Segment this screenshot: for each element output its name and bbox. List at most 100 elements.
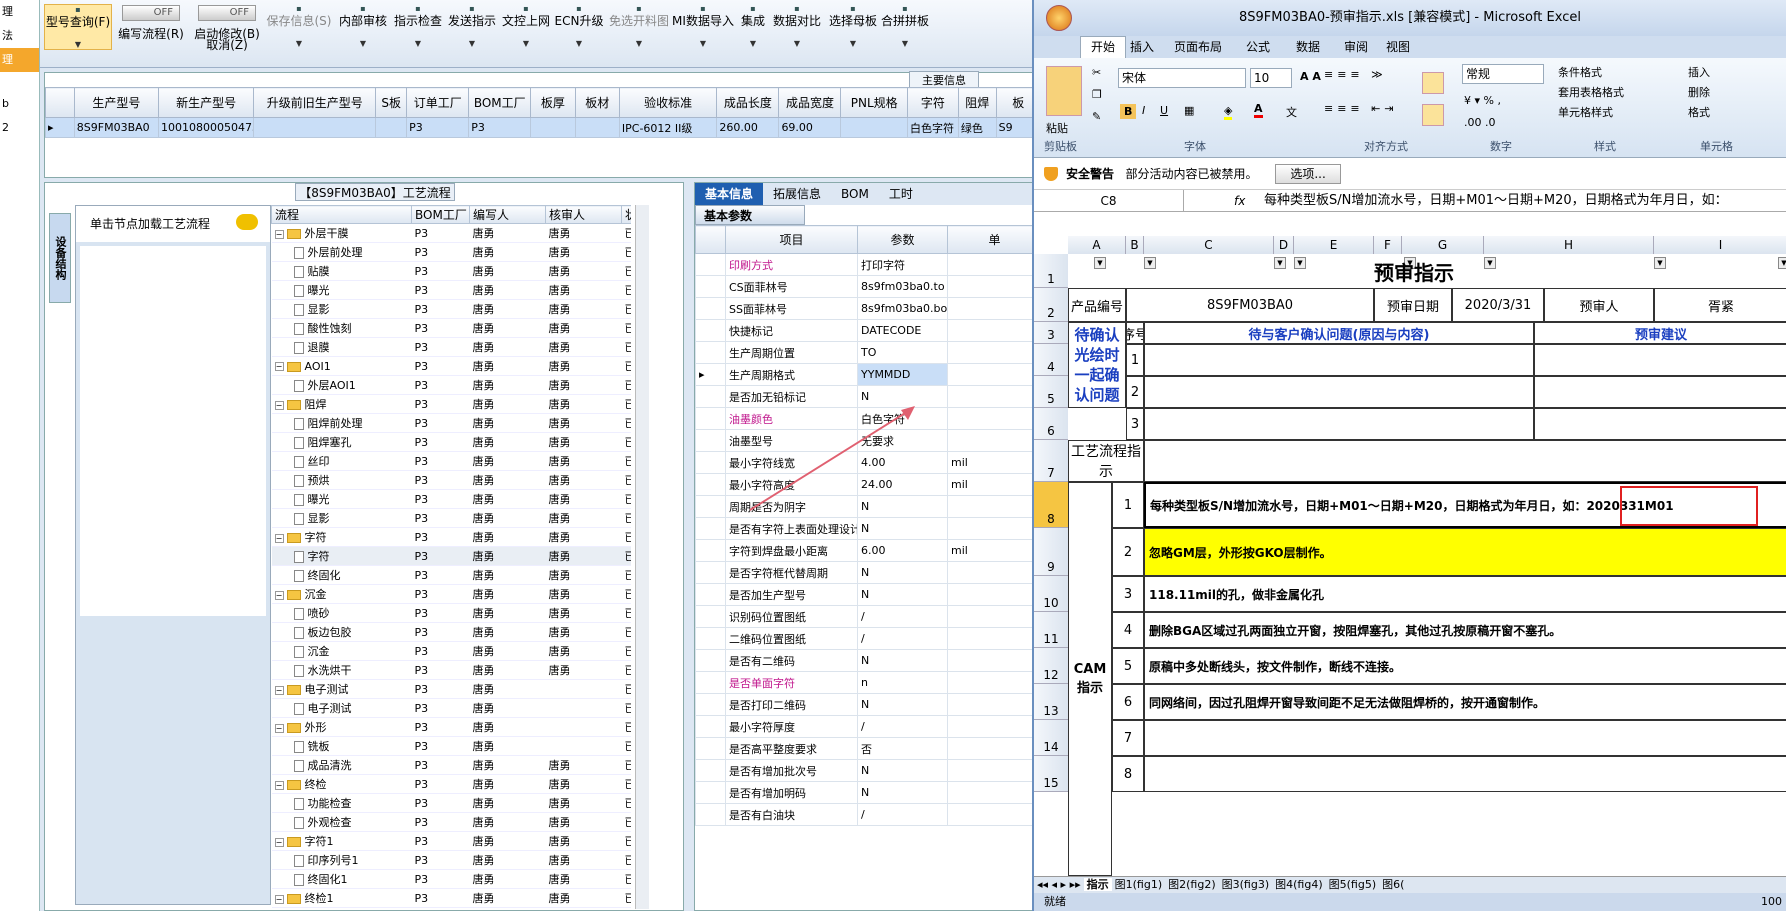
sheet-tab[interactable]: 图5(fig5) <box>1326 878 1380 891</box>
tree-node[interactable]: 酸性蚀刻 <box>271 318 412 338</box>
tree-node[interactable]: 外观检查 <box>271 812 412 832</box>
left-nav-item[interactable]: 2 <box>0 116 39 140</box>
row-header[interactable]: 3 <box>1034 322 1068 344</box>
tree-node[interactable]: 成品清洗 <box>271 755 412 775</box>
tree-row[interactable]: − 电子测试 P3唐勇 已编写 <box>271 679 631 699</box>
cam-item-text[interactable] <box>1144 756 1786 792</box>
process-value-cell[interactable] <box>1144 440 1786 482</box>
tree-node[interactable]: 水洗烘干 <box>271 660 412 680</box>
styles-item[interactable]: 单元格样式 <box>1558 104 1668 124</box>
toolbar-button-7[interactable]: ▪ 发送指示 ▼ <box>444 4 500 48</box>
param-value[interactable]: TO <box>857 341 948 364</box>
params-row[interactable]: 二维码位置图纸 / <box>695 627 1042 650</box>
collapse-icon[interactable]: − <box>274 780 284 790</box>
row-header[interactable]: 12 <box>1034 648 1068 684</box>
param-value[interactable]: N <box>857 561 948 584</box>
params-row[interactable]: 是否有增加明码 N <box>695 781 1042 804</box>
fill-color-icon[interactable]: ◈ <box>1224 104 1233 120</box>
column-header[interactable]: C <box>1144 236 1274 254</box>
tree-node[interactable]: 印序列号1 <box>271 850 412 870</box>
toolbar-button-11[interactable]: ▪ MI数据导入 ▼ <box>670 4 736 48</box>
tree-row[interactable]: 终固化P3唐勇唐勇已审核 <box>271 565 631 585</box>
filter-dropdown-icon[interactable]: ▼ <box>1654 257 1666 269</box>
underline-button[interactable]: U <box>1160 104 1168 117</box>
name-box[interactable]: C8 <box>1034 190 1184 212</box>
grid-cell[interactable]: 260.00 <box>716 117 780 138</box>
collapse-icon[interactable]: − <box>274 400 284 410</box>
tree-row[interactable]: 印序列号1P3唐勇唐勇已审核 <box>271 850 631 870</box>
cam-item-number[interactable]: 1 <box>1112 482 1144 528</box>
tree-row[interactable]: −字符P3唐勇唐勇已审核 <box>271 527 631 547</box>
tree-row[interactable]: 曝光P3唐勇唐勇已审核 <box>271 280 631 300</box>
reviewer-value-cell[interactable]: 胥紧 <box>1654 288 1786 322</box>
param-value[interactable]: n <box>857 671 948 694</box>
tree-node[interactable]: − 终检 <box>271 774 412 794</box>
suggest-header-cell[interactable]: 预审建议 <box>1534 322 1786 344</box>
column-header[interactable]: 阻焊 <box>957 87 997 118</box>
tree-row[interactable]: 板边包胶P3唐勇唐勇已审核 <box>271 622 631 642</box>
param-value[interactable]: N <box>857 583 948 606</box>
toolbar-button-6[interactable]: ▪ 指示检查 ▼ <box>390 4 446 48</box>
suggest-cell[interactable] <box>1534 376 1786 408</box>
tree-row[interactable]: 显影P3唐勇唐勇已审核 <box>271 508 631 528</box>
toolbar-button-1[interactable]: OFF 编写流程(R) <box>112 4 190 42</box>
tree-node[interactable]: − 外形 <box>271 717 412 737</box>
tree-row[interactable]: 铣板 P3唐勇 已编写 <box>271 736 631 756</box>
param-value[interactable]: / <box>857 627 948 650</box>
filter-dropdown-icon[interactable]: ▼ <box>1294 257 1306 269</box>
collapse-icon[interactable]: − <box>274 723 284 733</box>
column-header[interactable]: H <box>1484 236 1654 254</box>
column-header[interactable]: B <box>1126 236 1144 254</box>
issue-cell[interactable] <box>1144 344 1534 376</box>
ribbon-tab[interactable]: 审阅 <box>1344 38 1368 55</box>
tree-column-header[interactable]: 状态 <box>621 205 631 224</box>
params-row[interactable]: ▸ 生产周期格式 YYMMDD <box>695 363 1042 386</box>
column-header[interactable]: 板材 <box>574 87 620 118</box>
ribbon-tab[interactable]: 插入 <box>1130 38 1154 55</box>
tree-node[interactable]: 丝印 <box>271 451 412 471</box>
column-header[interactable]: PNL规格 <box>840 87 908 118</box>
param-value[interactable]: YYMMDD <box>857 363 948 386</box>
tree-column-header[interactable]: 流程 <box>271 205 412 224</box>
tree-node[interactable]: 铣板 <box>271 736 412 756</box>
column-header[interactable]: A <box>1068 236 1126 254</box>
workflow-scrollbar[interactable] <box>635 205 649 909</box>
tree-node[interactable]: 终固化1 <box>271 869 412 889</box>
grid-cell[interactable] <box>574 117 620 138</box>
tree-node[interactable]: 外层前处理 <box>271 242 412 262</box>
suggest-cell[interactable] <box>1534 344 1786 376</box>
cam-item-text[interactable]: 删除BGA区域过孔两面独立开窗，按阻焊塞孔，其他过孔按原稿开窗不塞孔。 <box>1144 612 1786 648</box>
cells-item[interactable]: 插入 <box>1688 64 1768 84</box>
format-painter-icon[interactable]: ✎ <box>1092 110 1101 123</box>
basic-info-tab[interactable]: 拓展信息 <box>763 183 831 205</box>
basic-info-tab[interactable]: BOM <box>831 183 879 205</box>
ribbon-tab[interactable]: 视图 <box>1386 38 1410 55</box>
params-column-header[interactable]: 参数 <box>857 225 948 254</box>
bold-button[interactable]: B <box>1120 104 1137 119</box>
font-color-icon[interactable]: A <box>1254 102 1263 118</box>
comment-icon[interactable] <box>236 214 258 230</box>
font-name-select[interactable]: 宋体 <box>1118 68 1246 88</box>
param-value[interactable]: 8s9fm03ba0.bo <box>857 297 948 320</box>
param-value[interactable]: DATECODE <box>857 319 948 342</box>
ribbon-tab[interactable]: 公式 <box>1246 38 1270 55</box>
equipment-structure-tab[interactable]: 设备结构 <box>49 213 71 303</box>
row-header[interactable]: 6 <box>1034 408 1068 440</box>
row-header[interactable]: 13 <box>1034 684 1068 720</box>
collapse-icon[interactable]: − <box>274 229 284 239</box>
tree-row[interactable]: 阻焊前处理P3唐勇唐勇已审核 <box>271 413 631 433</box>
param-value[interactable]: 否 <box>857 737 948 760</box>
row-header[interactable]: 8 <box>1034 482 1068 528</box>
sheet-title-cell[interactable]: 预审指示 <box>1334 254 1494 288</box>
column-header[interactable]: 验收标准 <box>618 87 718 118</box>
grid-cell[interactable]: P3 <box>468 117 532 138</box>
tree-row[interactable]: 喷砂P3唐勇唐勇已审核 <box>271 603 631 623</box>
tree-node[interactable]: − 字符 <box>271 527 412 547</box>
tree-row[interactable]: 外层前处理P3唐勇唐勇已审核 <box>271 242 631 262</box>
params-column-header[interactable]: 单 <box>947 225 1042 254</box>
tree-row[interactable]: 电子测试 P3唐勇 已编写 <box>271 698 631 718</box>
column-header[interactable]: 字符 <box>906 87 959 118</box>
params-row[interactable]: 是否有增加批次号 N <box>695 759 1042 782</box>
tree-node[interactable]: 显影 <box>271 508 412 528</box>
row-header[interactable]: 14 <box>1034 720 1068 756</box>
